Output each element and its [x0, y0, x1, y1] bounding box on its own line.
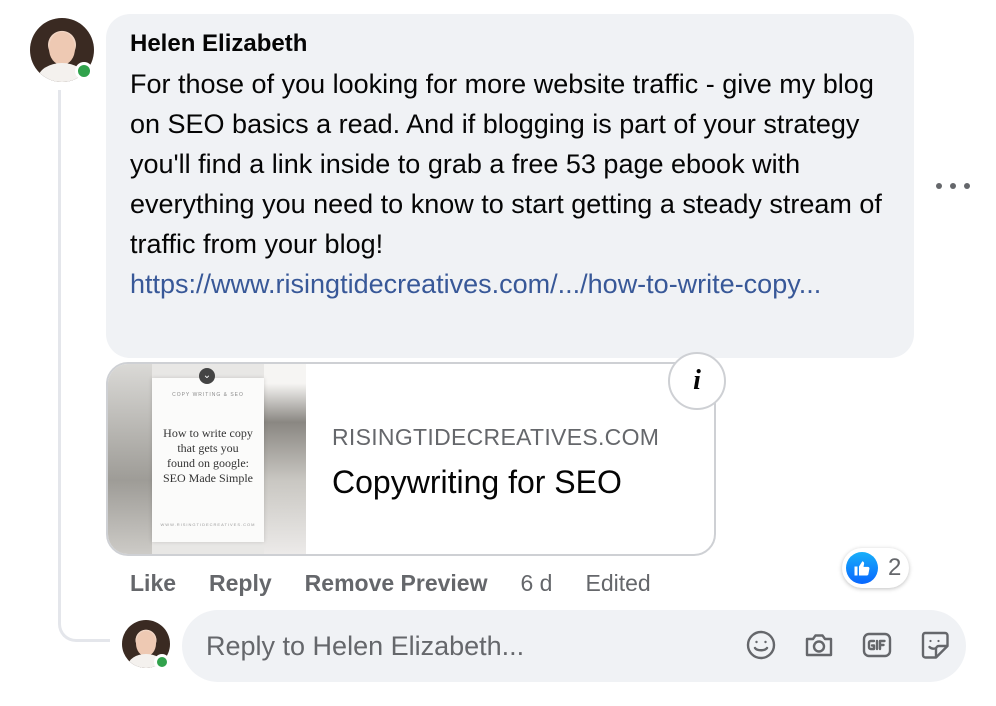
comment-actions: Like Reply Remove Preview 6 d Edited — [130, 570, 684, 597]
preview-domain: RISINGTIDECREATIVES.COM — [332, 424, 660, 450]
camera-icon[interactable] — [802, 628, 836, 662]
sticker-icon[interactable] — [918, 628, 952, 662]
reply-thread-line — [58, 90, 110, 642]
thumbnail-page: COPY WRITING & SEO How to write copy tha… — [152, 378, 264, 542]
reaction-count: 2 — [888, 554, 902, 581]
thumbs-up-icon — [846, 552, 878, 584]
edited-label[interactable]: Edited — [585, 570, 650, 597]
online-status-dot — [75, 62, 93, 80]
more-options-button[interactable] — [936, 176, 970, 196]
remove-preview-button[interactable]: Remove Preview — [305, 570, 488, 597]
emoji-icon[interactable] — [744, 628, 778, 662]
reply-input[interactable] — [206, 610, 726, 682]
dot-icon — [950, 183, 956, 189]
link-preview-card[interactable]: COPY WRITING & SEO How to write copy tha… — [106, 362, 716, 556]
comment-body: For those of you looking for more websit… — [130, 64, 890, 304]
reaction-summary[interactable]: 2 — [842, 548, 910, 588]
composer-tools — [744, 628, 952, 662]
online-status-dot — [154, 654, 170, 670]
preview-title: Copywriting for SEO — [332, 464, 622, 500]
thumbnail-footer: WWW.RISINGTIDECREATIVES.COM — [160, 522, 256, 527]
dot-icon — [964, 183, 970, 189]
gif-icon[interactable] — [860, 628, 894, 662]
chevron-down-icon[interactable]: ⌄ — [199, 368, 215, 384]
comment-text: For those of you looking for more websit… — [130, 69, 882, 259]
dot-icon — [936, 183, 942, 189]
info-icon[interactable]: i — [668, 352, 726, 410]
preview-thumbnail: COPY WRITING & SEO How to write copy tha… — [108, 364, 306, 554]
reply-button[interactable]: Reply — [209, 570, 272, 597]
reply-composer — [182, 610, 966, 682]
comment-timestamp[interactable]: 6 d — [521, 570, 553, 597]
comment-link[interactable]: https://www.risingtidecreatives.com/.../… — [130, 264, 890, 304]
thumbnail-subtitle: COPY WRITING & SEO — [172, 392, 244, 398]
like-button[interactable]: Like — [130, 570, 176, 597]
thumbnail-title: How to write copy that gets you found on… — [163, 426, 253, 485]
comment-author-name[interactable]: Helen Elizabeth — [130, 30, 307, 58]
